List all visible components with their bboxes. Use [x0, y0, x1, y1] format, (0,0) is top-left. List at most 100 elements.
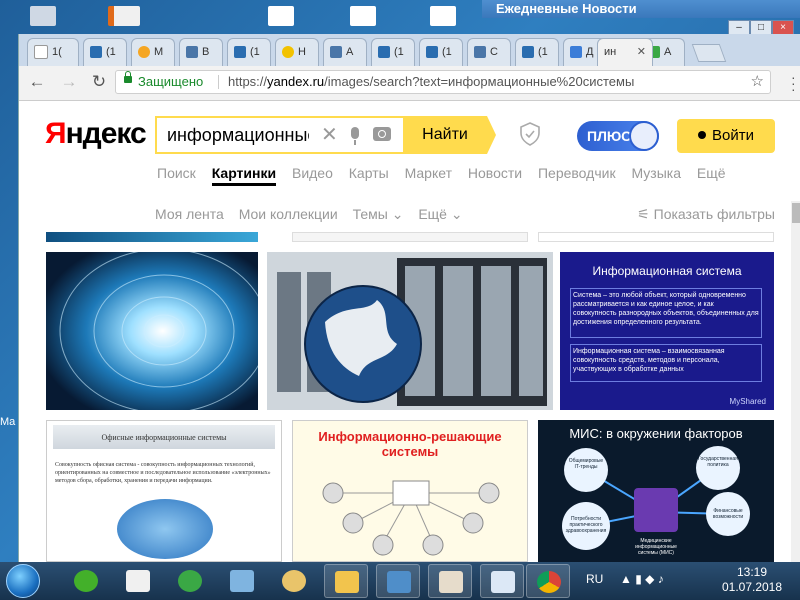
notes-icon: [230, 570, 254, 592]
clear-icon[interactable]: ✕: [321, 118, 338, 152]
page-icon: [34, 45, 48, 60]
image-result[interactable]: [538, 232, 774, 242]
microphone-icon[interactable]: [351, 127, 359, 145]
clock[interactable]: 13:19 01.07.2018: [720, 565, 784, 595]
desktop-app-icon[interactable]: [108, 6, 140, 26]
nav-translate[interactable]: Переводчик: [538, 165, 616, 181]
window-icon: [426, 46, 438, 59]
person-icon: [698, 131, 706, 139]
browser-tab[interactable]: 1(: [27, 38, 79, 66]
more-dropdown[interactable]: Ещё ⌄: [418, 206, 462, 222]
nav-market[interactable]: Маркет: [405, 165, 452, 181]
yandex-logo[interactable]: Яндекс: [45, 117, 147, 151]
desktop-app-icon[interactable]: [430, 6, 456, 26]
music-icon: [126, 570, 150, 592]
nav-search[interactable]: Поиск: [157, 165, 196, 181]
show-filters-button[interactable]: ⚟ Показать фильтры: [637, 206, 775, 223]
taskbar-app-chrome[interactable]: [526, 564, 570, 598]
taskbar-app[interactable]: [168, 564, 212, 598]
card-title: Информационно-решающие системы: [318, 429, 502, 459]
image-result[interactable]: [46, 232, 258, 242]
browser-toolbar: ← → ↻ Защищено https://yandex.ru/images/…: [19, 66, 800, 101]
image-result[interactable]: [292, 232, 528, 242]
browser-tab[interactable]: (1: [371, 38, 415, 66]
card-title: МИС: в окружении факторов: [569, 426, 743, 441]
image-result-office-systems[interactable]: Офисные информационные системы Совокупно…: [46, 420, 282, 562]
browser-tab[interactable]: A: [323, 38, 367, 66]
forward-icon[interactable]: →: [59, 72, 79, 92]
reload-icon[interactable]: ↻: [89, 72, 109, 92]
taskbar-app[interactable]: [116, 564, 160, 598]
my-feed-link[interactable]: Моя лента: [155, 206, 224, 222]
card-title: Офисные информационные системы: [101, 433, 227, 442]
topics-dropdown[interactable]: Темы ⌄: [353, 206, 404, 222]
browser-tab[interactable]: C: [467, 38, 511, 66]
desktop-label: Ma: [0, 416, 16, 428]
browser-tab[interactable]: (1: [419, 38, 463, 66]
desktop-app-icon[interactable]: [350, 6, 376, 26]
address-bar[interactable]: Защищено https://yandex.ru/images/search…: [115, 70, 771, 94]
nav-maps[interactable]: Карты: [349, 165, 389, 181]
taskbar-app[interactable]: [480, 564, 524, 598]
nav-video[interactable]: Видео: [292, 165, 333, 181]
start-button[interactable]: [6, 564, 40, 598]
chat-icon: [570, 46, 582, 59]
lock-icon: [124, 71, 132, 83]
shield-icon[interactable]: [519, 122, 541, 146]
browser-tab[interactable]: H: [275, 38, 319, 66]
search-input[interactable]: информационные: [167, 118, 309, 152]
taskbar-app[interactable]: [428, 564, 472, 598]
android-icon: [74, 570, 98, 592]
back-icon[interactable]: ←: [27, 72, 47, 92]
image-result-globe-servers[interactable]: [267, 252, 553, 410]
browser-tab[interactable]: (1: [83, 38, 127, 66]
taskbar-app[interactable]: [220, 564, 264, 598]
image-result-binary-tunnel[interactable]: [46, 252, 258, 410]
browser-tab[interactable]: (1: [515, 38, 559, 66]
login-button[interactable]: Войти: [677, 119, 775, 153]
my-collections-link[interactable]: Мои коллекции: [239, 206, 338, 222]
desktop-app-icon[interactable]: [268, 6, 294, 26]
window-icon: [522, 46, 534, 59]
taskbar-app[interactable]: [64, 564, 108, 598]
globe-servers-image: [267, 252, 553, 410]
mis-node: Финансовые возможности: [712, 508, 744, 520]
power-icon: [282, 46, 294, 59]
nav-more[interactable]: Ещё: [697, 165, 726, 181]
browser-tab[interactable]: M: [131, 38, 175, 66]
browser-tab-active[interactable]: ин ✕: [597, 38, 653, 66]
camera-icon[interactable]: [373, 127, 391, 141]
new-tab-button[interactable]: [691, 44, 727, 62]
image-result-infosystem-slide[interactable]: Информационная система Система – это люб…: [560, 252, 774, 410]
browser-tab[interactable]: B: [179, 38, 223, 66]
mis-node: Потребности практического здравоохранени…: [565, 516, 607, 534]
image-result-mis-factors[interactable]: МИС: в окружении факторов Общемировые IT…: [538, 420, 774, 562]
taskbar-app[interactable]: [376, 564, 420, 598]
binary-tunnel-image: [46, 252, 258, 410]
browser-tab[interactable]: (1: [227, 38, 271, 66]
taskbar-app[interactable]: [272, 564, 316, 598]
page-scrollbar[interactable]: [791, 201, 800, 562]
close-tab-icon[interactable]: ✕: [637, 39, 646, 65]
menu-icon[interactable]: · · ·: [791, 70, 796, 96]
bookmark-star-icon[interactable]: ☆: [751, 71, 764, 93]
paint-icon: [282, 570, 306, 592]
tray-icons[interactable]: ▲ ▮ ◆ ♪: [620, 572, 664, 586]
image-result-decision-systems[interactable]: Информационно-решающие системы: [292, 420, 528, 562]
scrollbar-thumb[interactable]: [792, 203, 800, 223]
news-window-title[interactable]: Ежедневные Новости: [482, 0, 800, 18]
picture-icon: [387, 571, 411, 593]
taskbar-app[interactable]: [324, 564, 368, 598]
nav-news[interactable]: Новости: [468, 165, 522, 181]
nav-music[interactable]: Музыка: [631, 165, 681, 181]
language-indicator[interactable]: RU: [586, 572, 603, 586]
network-illustration: [117, 499, 213, 559]
taskbar: RU ▲ ▮ ◆ ♪ 13:19 01.07.2018: [0, 562, 800, 600]
browser-window: 1( (1 M B (1 H A (1 (1 C (1 Д ин ✕ A ← → …: [18, 34, 800, 562]
plus-toggle[interactable]: ПЛЮС: [577, 121, 659, 151]
url-text[interactable]: https://yandex.ru/images/search?text=инф…: [228, 71, 634, 93]
service-nav: Поиск Картинки Видео Карты Маркет Новост…: [157, 165, 738, 186]
nav-images[interactable]: Картинки: [211, 165, 277, 186]
search-button[interactable]: Найти: [403, 116, 496, 154]
recycle-bin-icon[interactable]: [30, 6, 56, 26]
